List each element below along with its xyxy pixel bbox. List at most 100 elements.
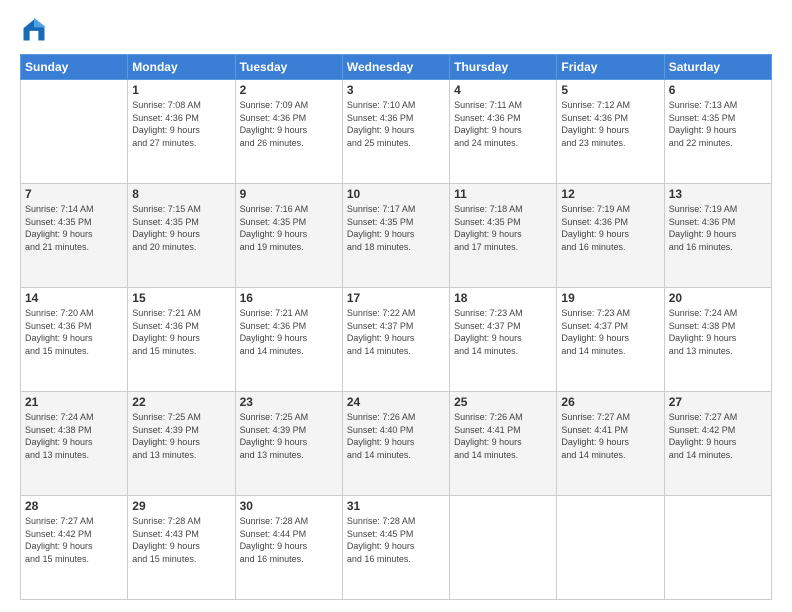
calendar-cell: 11 Sunrise: 7:18 AM Sunset: 4:35 PM Dayli… (450, 184, 557, 288)
calendar-cell: 5 Sunrise: 7:12 AM Sunset: 4:36 PM Daylig… (557, 80, 664, 184)
calendar-cell: 26Sunrise: 7:27 AM Sunset: 4:41 PM Dayli… (557, 392, 664, 496)
calendar-cell: 31 Sunrise: 7:28 AM Sunset: 4:45 PM Dayli… (342, 496, 449, 600)
day-header-sunday: Sunday (21, 55, 128, 80)
calendar-cell: 28 Sunrise: 7:27 AM Sunset: 4:42 PM Dayli… (21, 496, 128, 600)
day-info: Sunrise: 7:19 AM Sunset: 4:36 PM Dayligh… (669, 203, 767, 253)
day-info: Sunrise: 7:08 AM Sunset: 4:36 PM Dayligh… (132, 99, 230, 149)
calendar-cell: 21 Sunrise: 7:24 AM Sunset: 4:38 PM Dayli… (21, 392, 128, 496)
day-info: Sunrise: 7:19 AM Sunset: 4:36 PM Dayligh… (561, 203, 659, 253)
day-number: 19 (561, 291, 659, 305)
day-info: Sunrise: 7:23 AM Sunset: 4:37 PM Dayligh… (561, 307, 659, 357)
day-number: 4 (454, 83, 552, 97)
day-info: Sunrise: 7:11 AM Sunset: 4:36 PM Dayligh… (454, 99, 552, 149)
day-number: 10 (347, 187, 445, 201)
day-header-monday: Monday (128, 55, 235, 80)
day-number: 14 (25, 291, 123, 305)
day-info: Sunrise: 7:14 AM Sunset: 4:35 PM Dayligh… (25, 203, 123, 253)
calendar-cell: 8 Sunrise: 7:15 AM Sunset: 4:35 PM Daylig… (128, 184, 235, 288)
day-number: 17 (347, 291, 445, 305)
calendar-cell (664, 496, 771, 600)
calendar-cell: 27 Sunrise: 7:27 AM Sunset: 4:42 PM Dayli… (664, 392, 771, 496)
day-number: 18 (454, 291, 552, 305)
day-info: Sunrise: 7:18 AM Sunset: 4:35 PM Dayligh… (454, 203, 552, 253)
day-info: Sunrise: 7:13 AM Sunset: 4:35 PM Dayligh… (669, 99, 767, 149)
day-header-thursday: Thursday (450, 55, 557, 80)
calendar-cell: 23 Sunrise: 7:25 AM Sunset: 4:39 PM Dayli… (235, 392, 342, 496)
day-number: 21 (25, 395, 123, 409)
day-info: Sunrise: 7:28 AM Sunset: 4:44 PM Dayligh… (240, 515, 338, 565)
day-number: 8 (132, 187, 230, 201)
calendar-table: SundayMondayTuesdayWednesdayThursdayFrid… (20, 54, 772, 600)
day-info: Sunrise: 7:12 AM Sunset: 4:36 PM Dayligh… (561, 99, 659, 149)
day-number: 27 (669, 395, 767, 409)
header (20, 16, 772, 44)
day-number: 2 (240, 83, 338, 97)
calendar-cell: 2 Sunrise: 7:09 AM Sunset: 4:36 PM Daylig… (235, 80, 342, 184)
day-number: 25 (454, 395, 552, 409)
day-number: 9 (240, 187, 338, 201)
day-info: Sunrise: 7:22 AM Sunset: 4:37 PM Dayligh… (347, 307, 445, 357)
day-info: Sunrise: 7:27 AM Sunset: 4:42 PM Dayligh… (25, 515, 123, 565)
day-number: 12 (561, 187, 659, 201)
calendar-cell: 18 Sunrise: 7:23 AM Sunset: 4:37 PM Dayli… (450, 288, 557, 392)
calendar-cell (557, 496, 664, 600)
day-info: Sunrise: 7:09 AM Sunset: 4:36 PM Dayligh… (240, 99, 338, 149)
day-info: Sunrise: 7:24 AM Sunset: 4:38 PM Dayligh… (25, 411, 123, 461)
logo-icon (20, 16, 48, 44)
logo (20, 16, 52, 44)
page: SundayMondayTuesdayWednesdayThursdayFrid… (0, 0, 792, 612)
day-info: Sunrise: 7:20 AM Sunset: 4:36 PM Dayligh… (25, 307, 123, 357)
day-header-friday: Friday (557, 55, 664, 80)
day-header-tuesday: Tuesday (235, 55, 342, 80)
calendar-cell: 15Sunrise: 7:21 AM Sunset: 4:36 PM Dayli… (128, 288, 235, 392)
day-number: 11 (454, 187, 552, 201)
calendar-cell: 7 Sunrise: 7:14 AM Sunset: 4:35 PM Daylig… (21, 184, 128, 288)
day-info: Sunrise: 7:27 AM Sunset: 4:41 PM Dayligh… (561, 411, 659, 461)
day-number: 24 (347, 395, 445, 409)
day-number: 22 (132, 395, 230, 409)
day-number: 31 (347, 499, 445, 513)
day-number: 6 (669, 83, 767, 97)
day-number: 3 (347, 83, 445, 97)
day-number: 1 (132, 83, 230, 97)
calendar-cell: 30 Sunrise: 7:28 AM Sunset: 4:44 PM Dayli… (235, 496, 342, 600)
calendar-cell: 9 Sunrise: 7:16 AM Sunset: 4:35 PM Daylig… (235, 184, 342, 288)
calendar-cell: 3Sunrise: 7:10 AM Sunset: 4:36 PM Daylig… (342, 80, 449, 184)
day-info: Sunrise: 7:26 AM Sunset: 4:40 PM Dayligh… (347, 411, 445, 461)
day-info: Sunrise: 7:25 AM Sunset: 4:39 PM Dayligh… (240, 411, 338, 461)
calendar-cell: 13 Sunrise: 7:19 AM Sunset: 4:36 PM Dayli… (664, 184, 771, 288)
day-number: 5 (561, 83, 659, 97)
day-info: Sunrise: 7:28 AM Sunset: 4:43 PM Dayligh… (132, 515, 230, 565)
day-info: Sunrise: 7:23 AM Sunset: 4:37 PM Dayligh… (454, 307, 552, 357)
calendar-cell: 4 Sunrise: 7:11 AM Sunset: 4:36 PM Daylig… (450, 80, 557, 184)
day-number: 7 (25, 187, 123, 201)
day-number: 20 (669, 291, 767, 305)
day-number: 15 (132, 291, 230, 305)
day-info: Sunrise: 7:24 AM Sunset: 4:38 PM Dayligh… (669, 307, 767, 357)
day-info: Sunrise: 7:26 AM Sunset: 4:41 PM Dayligh… (454, 411, 552, 461)
day-number: 23 (240, 395, 338, 409)
calendar-cell: 20 Sunrise: 7:24 AM Sunset: 4:38 PM Dayli… (664, 288, 771, 392)
day-number: 29 (132, 499, 230, 513)
day-info: Sunrise: 7:16 AM Sunset: 4:35 PM Dayligh… (240, 203, 338, 253)
calendar-cell: 29 Sunrise: 7:28 AM Sunset: 4:43 PM Dayli… (128, 496, 235, 600)
day-header-wednesday: Wednesday (342, 55, 449, 80)
day-number: 28 (25, 499, 123, 513)
calendar-cell: 25 Sunrise: 7:26 AM Sunset: 4:41 PM Dayli… (450, 392, 557, 496)
day-info: Sunrise: 7:28 AM Sunset: 4:45 PM Dayligh… (347, 515, 445, 565)
day-info: Sunrise: 7:27 AM Sunset: 4:42 PM Dayligh… (669, 411, 767, 461)
calendar-cell: 19 Sunrise: 7:23 AM Sunset: 4:37 PM Dayli… (557, 288, 664, 392)
day-header-saturday: Saturday (664, 55, 771, 80)
calendar-cell: 17 Sunrise: 7:22 AM Sunset: 4:37 PM Dayli… (342, 288, 449, 392)
calendar-cell (21, 80, 128, 184)
calendar-cell: 12 Sunrise: 7:19 AM Sunset: 4:36 PM Dayli… (557, 184, 664, 288)
calendar-cell: 22 Sunrise: 7:25 AM Sunset: 4:39 PM Dayli… (128, 392, 235, 496)
calendar-cell: 1 Sunrise: 7:08 AM Sunset: 4:36 PM Daylig… (128, 80, 235, 184)
day-number: 16 (240, 291, 338, 305)
day-info: Sunrise: 7:25 AM Sunset: 4:39 PM Dayligh… (132, 411, 230, 461)
day-number: 30 (240, 499, 338, 513)
calendar-cell: 10Sunrise: 7:17 AM Sunset: 4:35 PM Dayli… (342, 184, 449, 288)
day-number: 13 (669, 187, 767, 201)
calendar-cell: 24 Sunrise: 7:26 AM Sunset: 4:40 PM Dayli… (342, 392, 449, 496)
day-info: Sunrise: 7:15 AM Sunset: 4:35 PM Dayligh… (132, 203, 230, 253)
